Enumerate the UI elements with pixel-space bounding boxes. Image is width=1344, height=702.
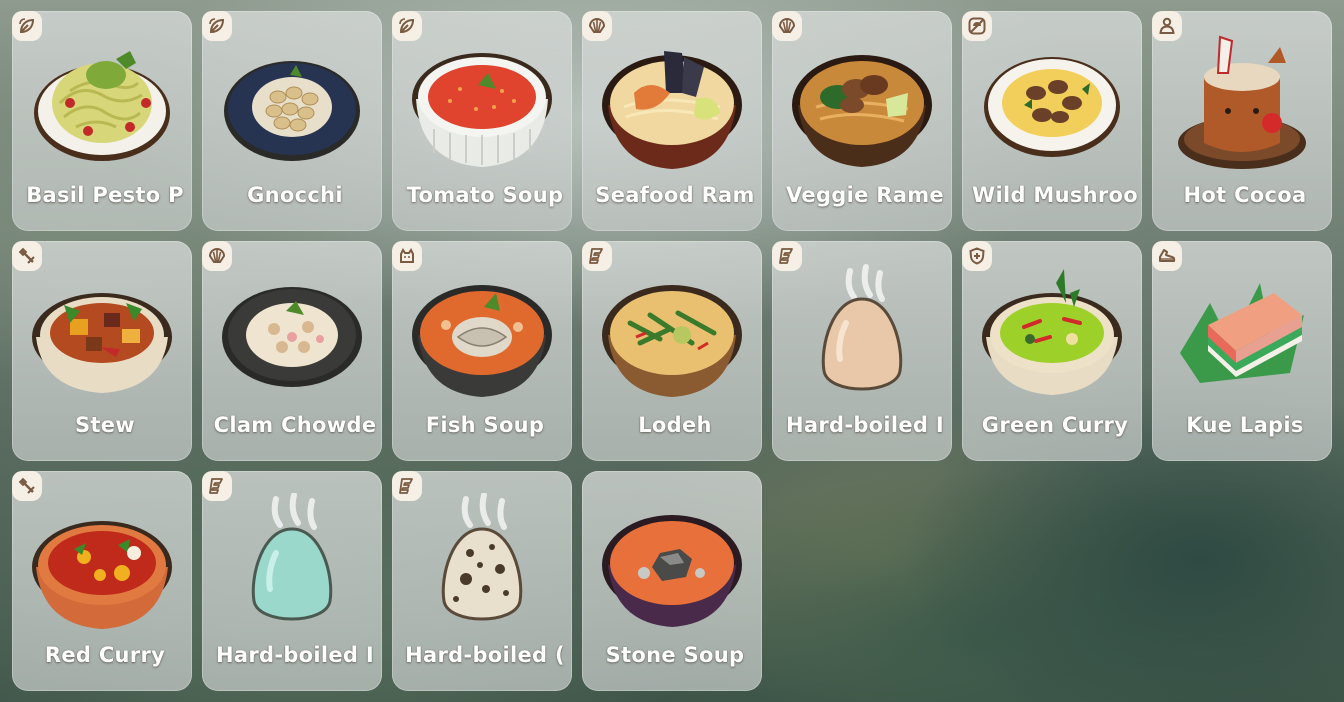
- dish-image: [30, 263, 174, 407]
- dish-name: Lodeh: [638, 413, 712, 437]
- dish-name: Stone Soup: [605, 643, 745, 667]
- dish-image: [410, 492, 554, 637]
- dish-image: [980, 263, 1124, 407]
- dish-name: Veggie Rame: [786, 183, 944, 207]
- dish-image: [220, 33, 364, 177]
- dish-card[interactable]: Hard-boiled (: [392, 471, 572, 691]
- dish-name: Basil Pesto P: [26, 183, 184, 207]
- dish-name: Hard-boiled I: [785, 413, 944, 437]
- dish-card[interactable]: Kue Lapis: [1152, 241, 1332, 461]
- dish-name: Kue Lapis: [1186, 413, 1304, 437]
- dish-image: [790, 263, 934, 407]
- dish-name: Wild Mushroo: [971, 183, 1138, 207]
- dish-name: Hard-boiled (: [405, 643, 565, 667]
- dish-name: Green Curry: [981, 413, 1129, 437]
- dish-name: Red Curry: [44, 643, 166, 667]
- dish-card[interactable]: Seafood Ram: [582, 11, 762, 231]
- dish-image: [1170, 263, 1314, 407]
- dish-card[interactable]: Hard-boiled I: [772, 241, 952, 461]
- dish-image: [600, 33, 744, 177]
- dish-name: Hard-boiled I: [215, 643, 374, 667]
- dish-image: [600, 263, 744, 407]
- dish-image: [410, 33, 554, 177]
- dish-image: [30, 33, 174, 177]
- dish-card[interactable]: Green Curry: [962, 241, 1142, 461]
- dish-card[interactable]: Basil Pesto P: [12, 11, 192, 231]
- dish-card[interactable]: Hard-boiled I: [202, 471, 382, 691]
- dish-image: [220, 263, 364, 407]
- dish-name: Fish Soup: [425, 413, 545, 437]
- dish-name: Clam Chowde: [213, 413, 377, 437]
- dish-card[interactable]: Tomato Soup: [392, 11, 572, 231]
- dish-card[interactable]: Fish Soup: [392, 241, 572, 461]
- dish-image: [220, 492, 364, 637]
- dish-card[interactable]: Red Curry: [12, 471, 192, 691]
- dish-card[interactable]: Clam Chowde: [202, 241, 382, 461]
- dish-card[interactable]: Veggie Rame: [772, 11, 952, 231]
- dish-image: [980, 33, 1124, 177]
- dish-image: [600, 493, 744, 637]
- dish-card[interactable]: Stew: [12, 241, 192, 461]
- dish-name: Tomato Soup: [406, 183, 564, 207]
- dish-name: Hot Cocoa: [1183, 183, 1307, 207]
- dish-card[interactable]: Hot Cocoa: [1152, 11, 1332, 231]
- dish-image: [790, 33, 934, 177]
- dish-name: Gnocchi: [247, 183, 343, 207]
- dish-card[interactable]: Wild Mushroo: [962, 11, 1142, 231]
- dish-image: [410, 263, 554, 407]
- dish-image: [30, 493, 174, 637]
- dish-name: Stew: [74, 413, 135, 437]
- dish-card[interactable]: Stone Soup: [582, 471, 762, 691]
- dish-inventory-grid: Basil Pesto P Gnocchi Tomato Soup Seafoo…: [12, 11, 1332, 691]
- dish-image: [1170, 33, 1314, 177]
- dish-card[interactable]: Lodeh: [582, 241, 762, 461]
- dish-card[interactable]: Gnocchi: [202, 11, 382, 231]
- dish-name: Seafood Ram: [595, 183, 755, 207]
